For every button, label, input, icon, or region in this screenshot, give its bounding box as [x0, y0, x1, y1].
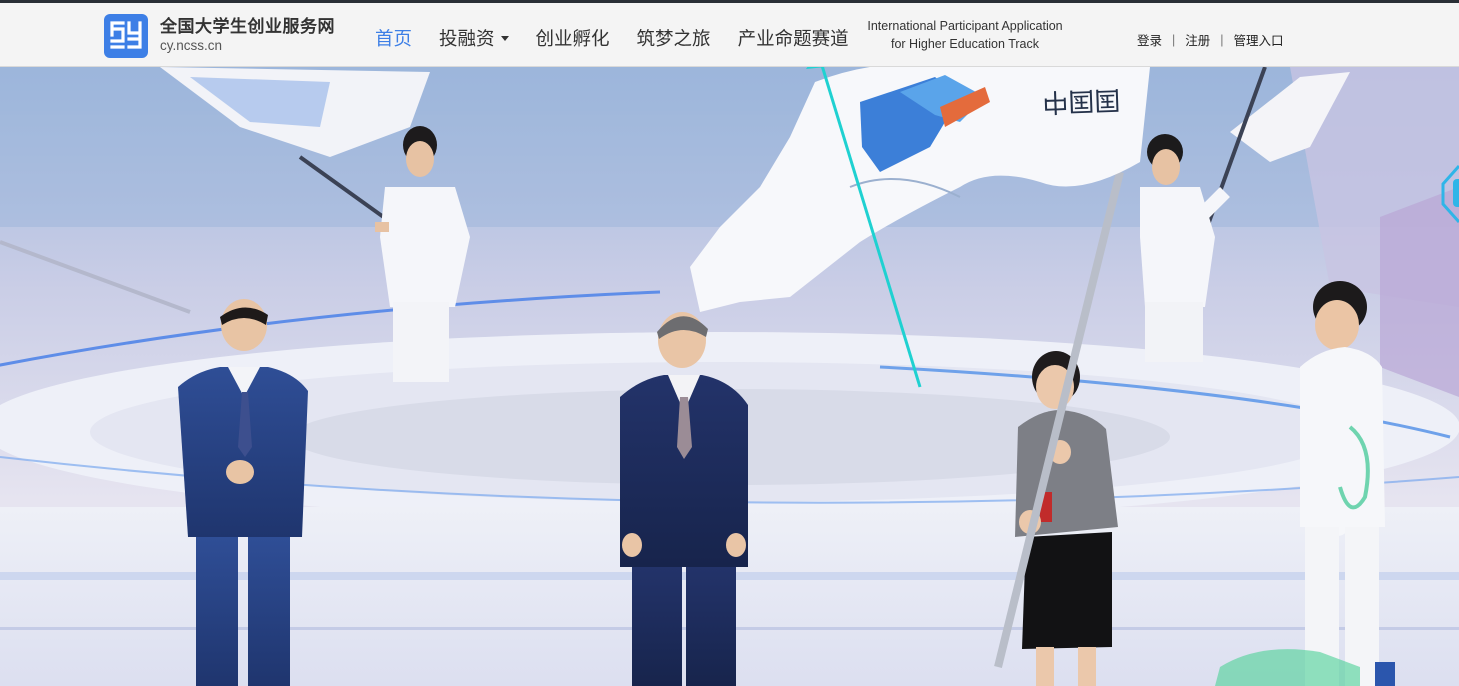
cy-logo-icon	[110, 21, 142, 49]
nav-investment-financing[interactable]: 投融资	[439, 25, 509, 51]
separator: |	[1172, 32, 1176, 47]
top-navbar: 全国大学生创业服务网 cy.ncss.cn 首页 投融资 创业孵化 筑梦之旅 产…	[0, 3, 1459, 67]
separator: |	[1220, 32, 1224, 47]
login-link[interactable]: 登录	[1137, 30, 1162, 49]
international-line-2: for Higher Education Track	[891, 37, 1039, 51]
hero-banner[interactable]: 国国中	[0, 67, 1459, 686]
site-title: 全国大学生创业服务网	[160, 17, 335, 37]
nav-dream-journey-label: 筑梦之旅	[636, 27, 711, 49]
admin-entry-link[interactable]: 管理入口	[1234, 30, 1284, 49]
main-nav: 首页 投融资 创业孵化 筑梦之旅 产业命题赛道	[375, 6, 876, 69]
register-link[interactable]: 注册	[1185, 30, 1210, 49]
nav-home-label: 首页	[375, 27, 413, 49]
international-line-1: International Participant Application	[867, 19, 1063, 33]
flag-text: 国国中	[1042, 84, 1121, 117]
nav-home[interactable]: 首页	[375, 25, 412, 51]
site-brand[interactable]: 全国大学生创业服务网 cy.ncss.cn	[104, 14, 335, 58]
nav-industry-track-label: 产业命题赛道	[737, 27, 849, 49]
nav-incubation-label: 创业孵化	[535, 27, 610, 49]
caret-down-icon	[500, 36, 509, 41]
account-links: 登录 | 注册 | 管理入口	[1137, 30, 1284, 49]
international-application-link[interactable]: International Participant Application fo…	[865, 17, 1065, 53]
hero-photo: 国国中	[0, 67, 1459, 686]
site-logo[interactable]	[104, 14, 148, 58]
nav-dream-journey[interactable]: 筑梦之旅	[637, 25, 711, 51]
nav-investment-label: 投融资	[439, 27, 495, 49]
nav-incubation[interactable]: 创业孵化	[536, 25, 610, 51]
carousel-side-handle-icon[interactable]	[1439, 164, 1459, 224]
nav-industry-track[interactable]: 产业命题赛道	[738, 25, 849, 51]
site-domain: cy.ncss.cn	[160, 38, 223, 54]
